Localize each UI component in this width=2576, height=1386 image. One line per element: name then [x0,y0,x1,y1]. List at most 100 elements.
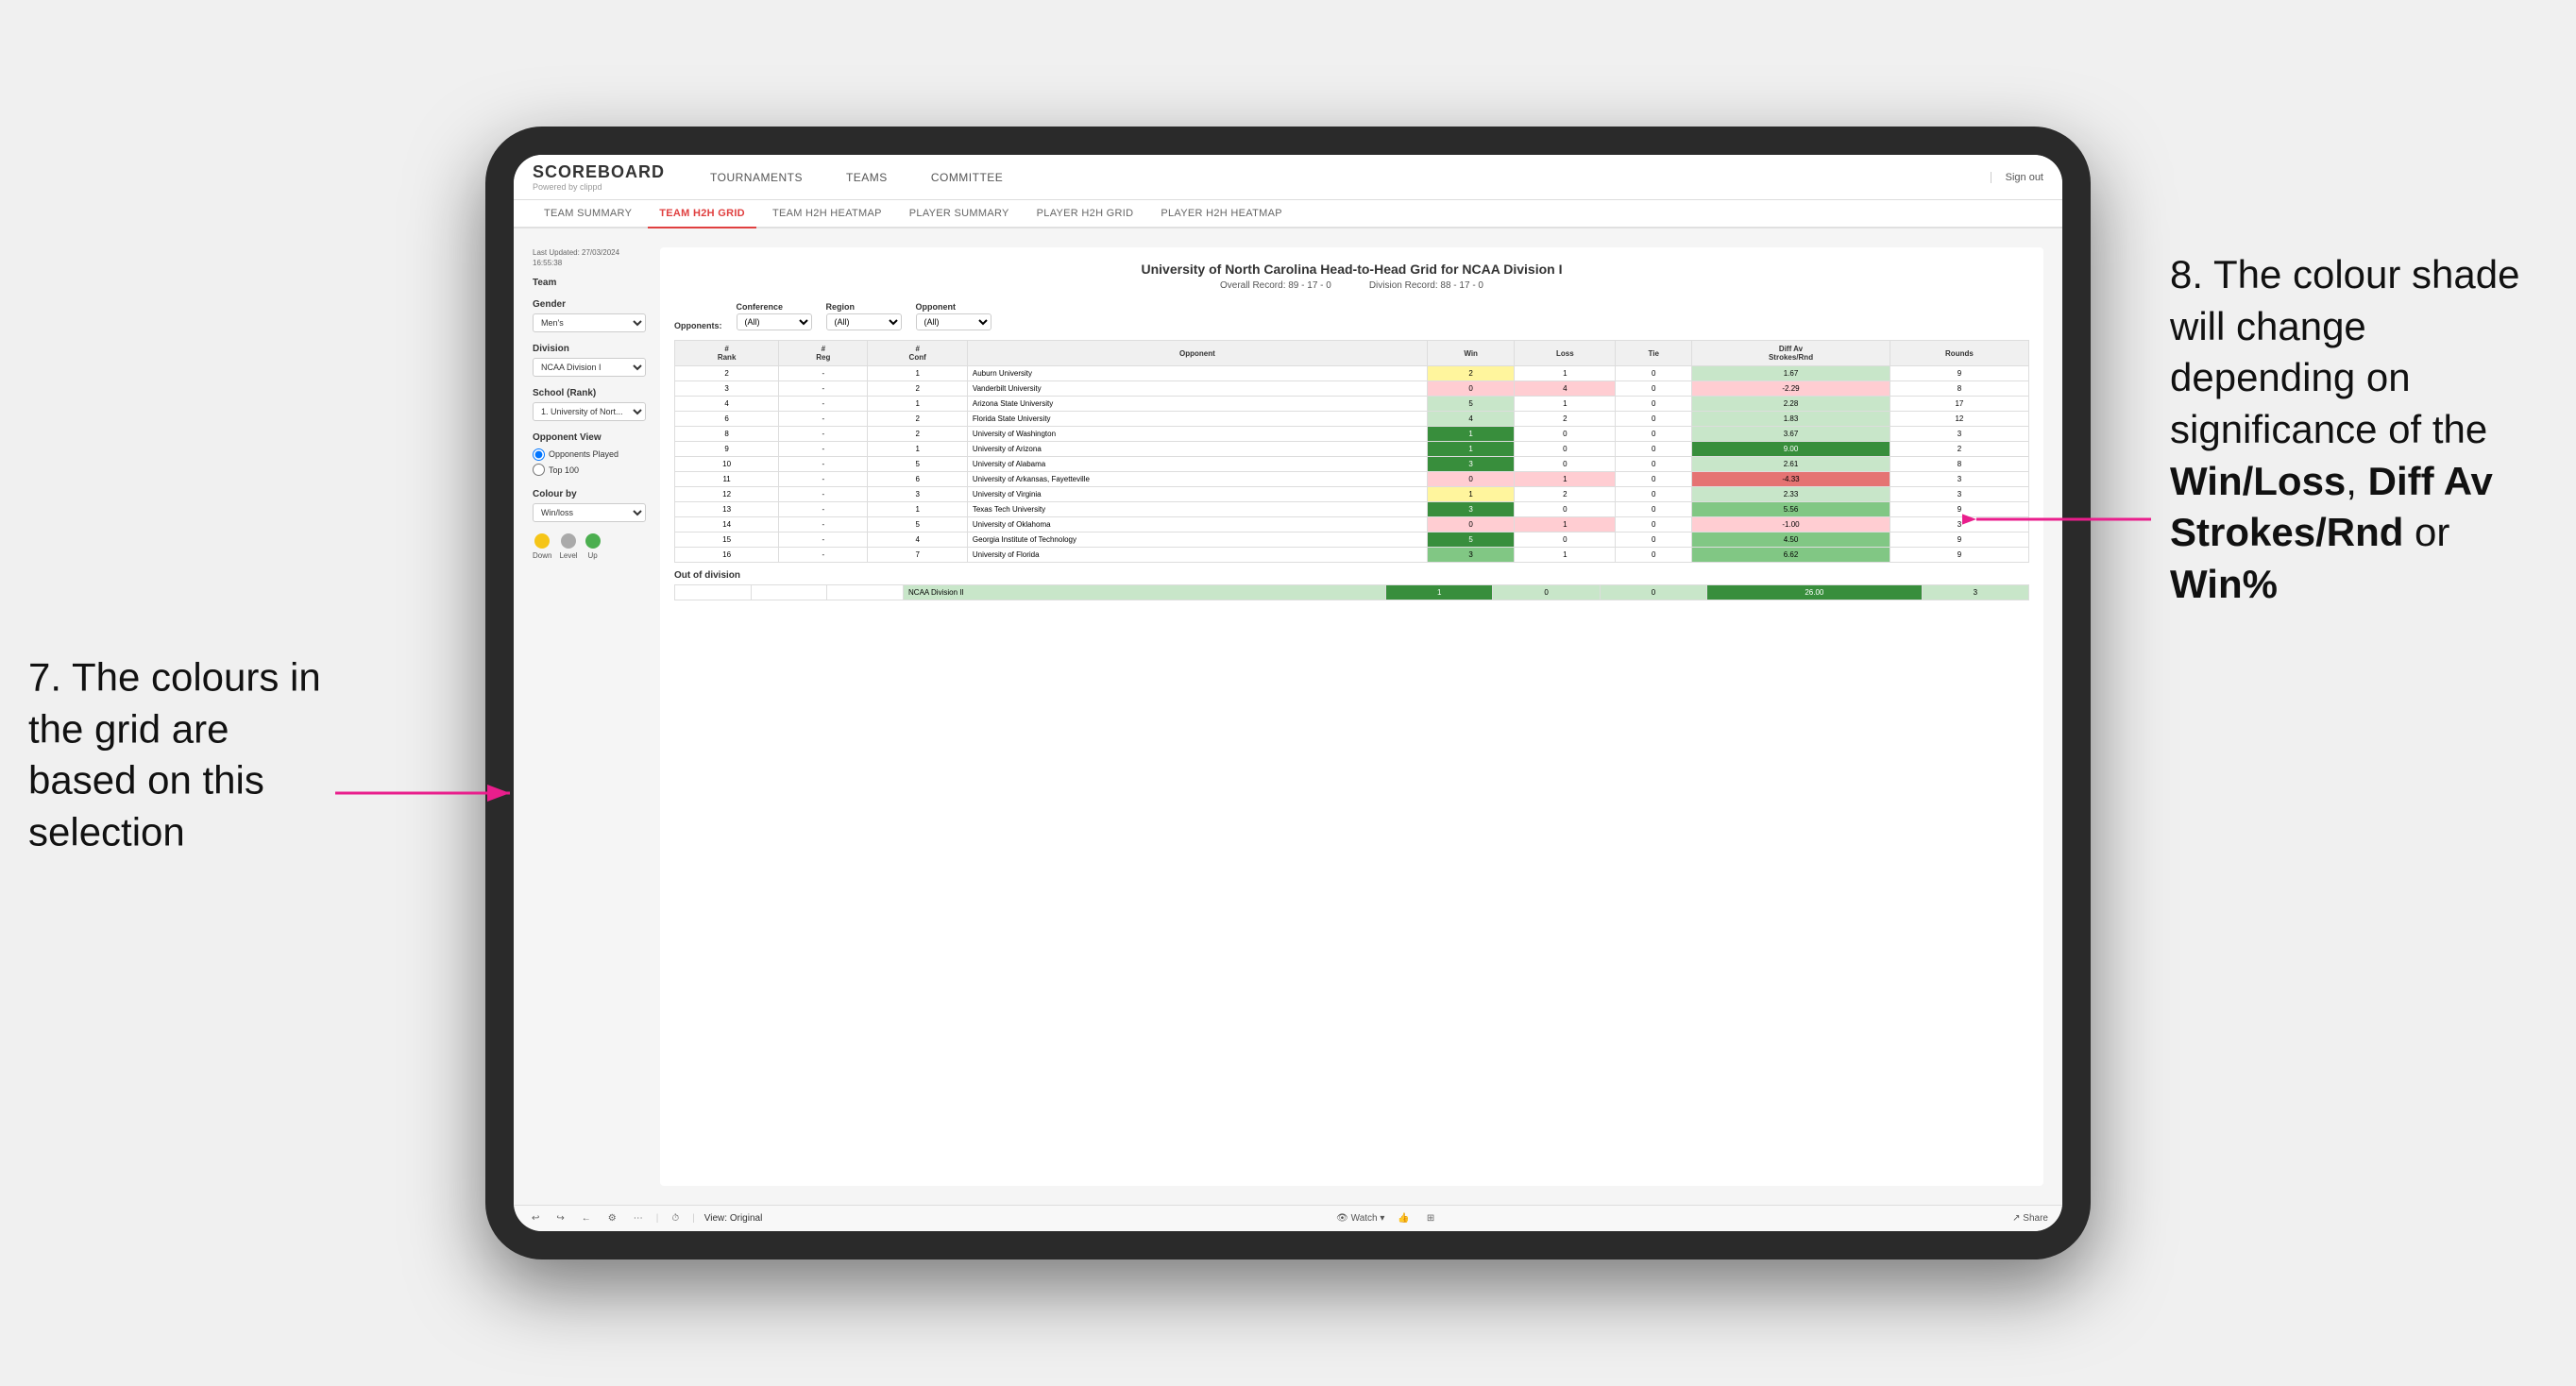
toolbar-undo[interactable]: ↩ [528,1211,543,1225]
conference-filter: Conference (All) [737,302,812,330]
table-cell: 9 [1890,548,2028,563]
table-cell: 15 [675,532,779,548]
colour-by-label: Colour by [533,489,646,499]
watch-button[interactable]: 👁 Watch ▾ [1336,1213,1384,1224]
table-cell: 7 [868,548,967,563]
content-area: Last Updated: 27/03/2024 16:55:38 Team G… [514,228,2062,1205]
toolbar-more[interactable]: ⋯ [630,1211,647,1225]
table-cell: 0 [1616,412,1692,427]
table-cell: 1.67 [1692,366,1890,381]
legend-up-dot [585,533,601,549]
table-cell: 1 [1427,427,1514,442]
sub-nav-player-summary[interactable]: PLAYER SUMMARY [898,200,1021,228]
division-select[interactable]: NCAA Division I [533,358,646,377]
table-cell: 2 [1427,366,1514,381]
toolbar-redo[interactable]: ↪ [552,1211,568,1225]
table-row: 10-5University of Alabama3002.618 [675,457,2029,472]
school-section: School (Rank) 1. University of Nort... [533,388,646,421]
table-cell: - [779,412,868,427]
out-of-division-header: Out of division [674,563,2029,584]
toolbar-clock[interactable]: ⏱ [668,1211,683,1225]
sign-out-button[interactable]: Sign out [1991,172,2043,183]
logo-sub: Powered by clippd [533,182,665,192]
conference-select[interactable]: (All) [737,313,812,330]
table-cell: 6 [868,472,967,487]
radio-top-100[interactable]: Top 100 [533,463,646,478]
table-cell: 1 [1515,397,1616,412]
table-cell: - [779,548,868,563]
col-diff: Diff AvStrokes/Rnd [1692,341,1890,366]
toolbar-like[interactable]: 👍 [1394,1211,1413,1225]
sub-nav-player-h2h-grid[interactable]: PLAYER H2H GRID [1025,200,1145,228]
logo-area: SCOREBOARD Powered by clippd [533,162,665,192]
radio-opponents-played[interactable]: Opponents Played [533,447,646,462]
sub-nav-player-h2h-heatmap[interactable]: PLAYER H2H HEATMAP [1149,200,1293,228]
col-reg: #Reg [779,341,868,366]
table-row: 2-1Auburn University2101.679 [675,366,2029,381]
division-record: Division Record: 88 - 17 - 0 [1369,280,1483,291]
out-of-division-cell: NCAA Division II [904,585,1386,600]
table-cell: - [779,472,868,487]
sub-nav-team-summary[interactable]: TEAM SUMMARY [533,200,643,228]
toolbar-back[interactable]: ← [578,1211,595,1225]
table-cell: 1 [868,442,967,457]
table-row: 8-2University of Washington1003.673 [675,427,2029,442]
opponent-view-label: Opponent View [533,432,646,443]
table-cell: 2 [868,381,967,397]
gender-select[interactable]: Men's [533,313,646,332]
out-of-division-cell: 0 [1600,585,1706,600]
table-cell: 1 [1515,548,1616,563]
table-cell: 8 [675,427,779,442]
grid-title: University of North Carolina Head-to-Hea… [674,262,2029,277]
table-cell: 0 [1427,517,1514,532]
toolbar-settings[interactable]: ⚙ [604,1211,620,1225]
nav-tournaments[interactable]: TOURNAMENTS [703,167,810,188]
table-cell: 0 [1515,427,1616,442]
left-panel: Last Updated: 27/03/2024 16:55:38 Team G… [533,247,646,1186]
colour-by-select[interactable]: Win/loss [533,503,646,522]
table-row: 4-1Arizona State University5102.2817 [675,397,2029,412]
table-cell: 16 [675,548,779,563]
table-cell: 3.67 [1692,427,1890,442]
bottom-toolbar: ↩ ↪ ← ⚙ ⋯ | ⏱ | View: Original 👁 Watch ▾… [514,1205,2062,1231]
toolbar-grid-icon[interactable]: ⊞ [1423,1211,1438,1225]
table-row: 12-3University of Virginia1202.333 [675,487,2029,502]
table-cell: 0 [1616,427,1692,442]
table-cell: University of Arizona [967,442,1427,457]
table-cell: 3 [1427,548,1514,563]
sub-nav-team-h2h-heatmap[interactable]: TEAM H2H HEATMAP [761,200,893,228]
opponent-view-section: Opponent View Opponents Played Top 100 [533,432,646,477]
nav-teams[interactable]: TEAMS [839,167,895,188]
table-cell: - [779,397,868,412]
out-of-division-cell [751,585,827,600]
table-cell: 0 [1616,502,1692,517]
share-button[interactable]: ↗ Share [2012,1213,2048,1224]
table-cell: - [779,457,868,472]
legend-level: Level [559,533,577,560]
school-select[interactable]: 1. University of Nort... [533,402,646,421]
region-select[interactable]: (All) [826,313,902,330]
table-cell: 1 [1427,487,1514,502]
gender-label: Gender [533,299,646,310]
annotation-right: 8. The colour shade will change dependin… [2170,249,2548,610]
table-cell: - [779,442,868,457]
arrow-right [1962,500,2151,538]
opponent-select[interactable]: (All) [916,313,991,330]
table-cell: 10 [675,457,779,472]
annotation-left: 7. The colours in the grid are based on … [28,651,330,857]
table-cell: 6.62 [1692,548,1890,563]
table-cell: 2.33 [1692,487,1890,502]
nav-committee[interactable]: COMMITTEE [924,167,1011,188]
region-filter: Region (All) [826,302,902,330]
table-cell: Georgia Institute of Technology [967,532,1427,548]
table-cell: University of Alabama [967,457,1427,472]
table-cell: 2.61 [1692,457,1890,472]
sub-nav-team-h2h-grid[interactable]: TEAM H2H GRID [648,200,756,228]
table-cell: University of Arkansas, Fayetteville [967,472,1427,487]
table-row: 16-7University of Florida3106.629 [675,548,2029,563]
team-label: Team [533,278,646,288]
out-of-division-cell: 3 [1922,585,2028,600]
table-cell: 1 [1515,366,1616,381]
division-section: Division NCAA Division I [533,344,646,377]
table-cell: 0 [1616,442,1692,457]
